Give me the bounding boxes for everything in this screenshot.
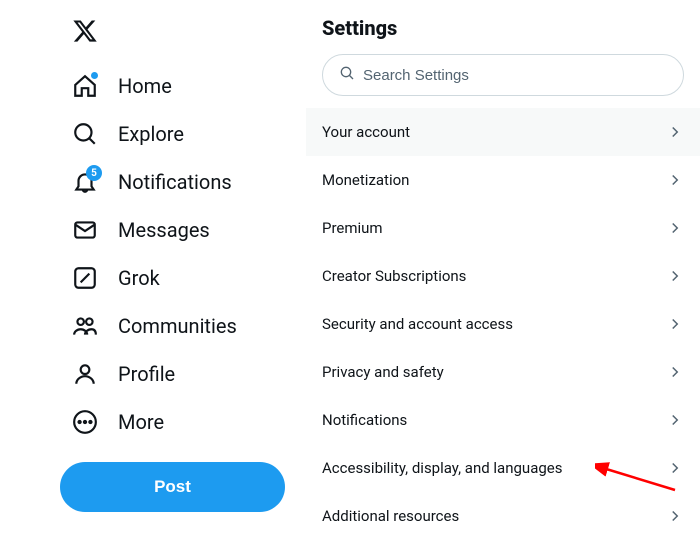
settings-panel: Settings Your account Monetization Premi…: [305, 0, 700, 541]
chevron-right-icon: [666, 507, 684, 525]
chevron-right-icon: [666, 171, 684, 189]
settings-item-label: Additional resources: [322, 507, 459, 525]
sidebar-item-more[interactable]: More: [60, 398, 176, 446]
more-icon: [72, 409, 98, 435]
settings-item-label: Notifications: [322, 411, 407, 429]
bell-icon: 5: [72, 169, 98, 195]
sidebar-item-messages[interactable]: Messages: [60, 206, 222, 254]
sidebar: Home Explore 5 Notifications Messages: [0, 0, 305, 541]
search-icon: [339, 65, 355, 85]
settings-item-accessibility[interactable]: Accessibility, display, and languages: [306, 444, 700, 492]
home-dot-indicator: [91, 72, 98, 79]
chevron-right-icon: [666, 123, 684, 141]
settings-item-label: Creator Subscriptions: [322, 267, 466, 285]
settings-item-label: Premium: [322, 219, 383, 237]
settings-item-label: Monetization: [322, 171, 409, 189]
search-container: [306, 54, 700, 108]
mail-icon: [72, 217, 98, 243]
settings-item-premium[interactable]: Premium: [306, 204, 700, 252]
settings-item-label: Security and account access: [322, 315, 513, 333]
settings-item-label: Accessibility, display, and languages: [322, 459, 562, 477]
sidebar-item-label: Messages: [118, 218, 210, 242]
settings-item-notifications[interactable]: Notifications: [306, 396, 700, 444]
page-title: Settings: [306, 10, 700, 54]
settings-item-label: Your account: [322, 123, 410, 141]
sidebar-item-grok[interactable]: Grok: [60, 254, 172, 302]
chevron-right-icon: [666, 459, 684, 477]
sidebar-item-label: Profile: [118, 362, 175, 386]
chevron-right-icon: [666, 267, 684, 285]
settings-item-monetization[interactable]: Monetization: [306, 156, 700, 204]
post-button[interactable]: Post: [60, 462, 285, 512]
sidebar-item-label: Explore: [118, 122, 184, 146]
home-icon: [72, 73, 98, 99]
sidebar-item-notifications[interactable]: 5 Notifications: [60, 158, 244, 206]
sidebar-item-profile[interactable]: Profile: [60, 350, 187, 398]
search-box[interactable]: [322, 54, 684, 96]
chevron-right-icon: [666, 411, 684, 429]
settings-item-privacy[interactable]: Privacy and safety: [306, 348, 700, 396]
chevron-right-icon: [666, 219, 684, 237]
settings-item-additional-resources[interactable]: Additional resources: [306, 492, 700, 540]
chevron-right-icon: [666, 363, 684, 381]
search-icon: [72, 121, 98, 147]
profile-icon: [72, 361, 98, 387]
search-input[interactable]: [363, 67, 667, 84]
sidebar-item-label: Communities: [118, 314, 237, 338]
sidebar-item-explore[interactable]: Explore: [60, 110, 196, 158]
people-icon: [72, 313, 98, 339]
notification-badge: 5: [86, 165, 102, 181]
sidebar-item-communities[interactable]: Communities: [60, 302, 249, 350]
settings-list: Your account Monetization Premium Creato…: [306, 108, 700, 540]
sidebar-item-label: Grok: [118, 266, 160, 290]
sidebar-item-label: Home: [118, 74, 172, 98]
chevron-right-icon: [666, 315, 684, 333]
sidebar-item-label: Notifications: [118, 170, 232, 194]
x-logo[interactable]: [60, 8, 305, 58]
settings-item-your-account[interactable]: Your account: [306, 108, 700, 156]
settings-item-label: Privacy and safety: [322, 363, 444, 381]
settings-item-creator-subscriptions[interactable]: Creator Subscriptions: [306, 252, 700, 300]
sidebar-item-label: More: [118, 410, 164, 434]
sidebar-item-home[interactable]: Home: [60, 62, 184, 110]
settings-item-security[interactable]: Security and account access: [306, 300, 700, 348]
grok-icon: [72, 265, 98, 291]
